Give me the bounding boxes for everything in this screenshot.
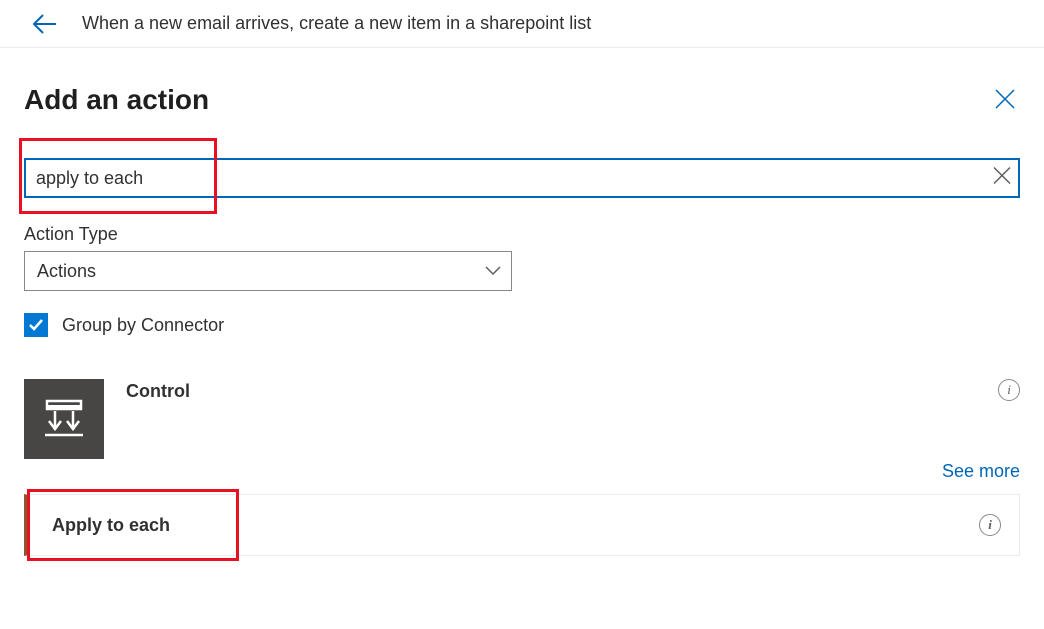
control-connector-icon — [24, 379, 104, 459]
close-icon[interactable] — [990, 84, 1020, 114]
top-bar: When a new email arrives, create a new i… — [0, 0, 1044, 48]
connector-header: Control i — [24, 379, 1020, 459]
action-type-value: Actions — [37, 261, 96, 282]
clear-search-icon[interactable] — [992, 166, 1012, 191]
results-area: Control i See more Apply to each i — [24, 379, 1020, 556]
info-icon[interactable]: i — [998, 379, 1020, 401]
action-name-label: Apply to each — [52, 515, 170, 536]
info-icon[interactable]: i — [979, 514, 1001, 536]
action-type-dropdown[interactable]: Actions — [24, 251, 512, 291]
add-action-panel: Add an action Action Type Actions — [0, 48, 1044, 556]
back-arrow-icon[interactable] — [32, 13, 58, 35]
action-apply-to-each[interactable]: Apply to each i — [24, 494, 1020, 556]
search-input[interactable] — [24, 158, 1020, 198]
flow-title: When a new email arrives, create a new i… — [82, 13, 591, 34]
group-by-connector-checkbox[interactable] — [24, 313, 48, 337]
chevron-down-icon — [485, 266, 501, 276]
panel-title: Add an action — [24, 84, 209, 116]
see-more-link[interactable]: See more — [24, 461, 1020, 482]
action-type-label: Action Type — [24, 224, 1020, 245]
connector-name: Control — [126, 379, 976, 402]
group-by-connector-label: Group by Connector — [62, 315, 224, 336]
